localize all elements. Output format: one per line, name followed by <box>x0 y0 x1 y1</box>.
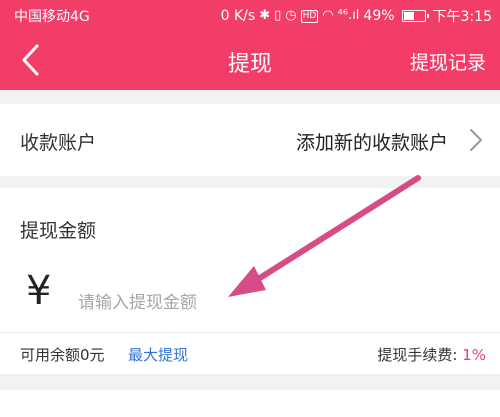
wifi-icon: ◠ <box>322 8 334 23</box>
hd-icon: HD <box>300 9 319 23</box>
status-icons: 0 K/s ✱ ▯ ◷ HD ◠ ⁴⁶.ıl 49% 下午3:15 <box>221 6 492 26</box>
bluetooth-icon: ✱ <box>259 8 271 23</box>
currency-symbol: ¥ <box>26 268 52 314</box>
receiving-account-row[interactable]: 收款账户 添加新的收款账户 <box>0 104 500 176</box>
receiving-account-label: 收款账户 <box>20 132 97 154</box>
withdraw-fee: 提现手续费: 1% <box>377 344 486 365</box>
battery-icon <box>401 10 429 22</box>
withdraw-amount-card: 提现金额 ¥ 可用余额0元 最大提现 提现手续费: 1% <box>0 188 500 374</box>
vibrate-icon: ▯ <box>274 8 282 23</box>
nav-bar: 提现 提现记录 <box>0 30 500 90</box>
available-balance: 可用余额0元 <box>20 346 105 364</box>
alarm-icon: ◷ <box>285 8 297 23</box>
fee-label: 提现手续费: <box>377 346 463 364</box>
withdraw-records-link[interactable]: 提现记录 <box>410 48 486 75</box>
fee-value: 1% <box>462 346 486 364</box>
withdraw-amount-input[interactable] <box>78 288 418 318</box>
carrier-label: 中国移动4G <box>14 9 90 25</box>
signal-icon: ⁴⁶.ıl <box>337 8 360 23</box>
clock: 下午3:15 <box>432 9 492 25</box>
chevron-right-icon <box>470 129 482 151</box>
battery-percent: 49% <box>363 8 395 24</box>
add-account-link[interactable]: 添加新的收款账户 <box>296 128 448 155</box>
withdraw-amount-label: 提现金额 <box>20 220 97 242</box>
status-bar: 中国移动4G 0 K/s ✱ ▯ ◷ HD ◠ ⁴⁶.ıl 49% 下午3:15 <box>0 0 500 30</box>
bottom-card <box>0 390 500 417</box>
max-withdraw-link[interactable]: 最大提现 <box>128 344 188 365</box>
divider <box>0 332 500 333</box>
net-speed: 0 K/s <box>220 8 256 24</box>
